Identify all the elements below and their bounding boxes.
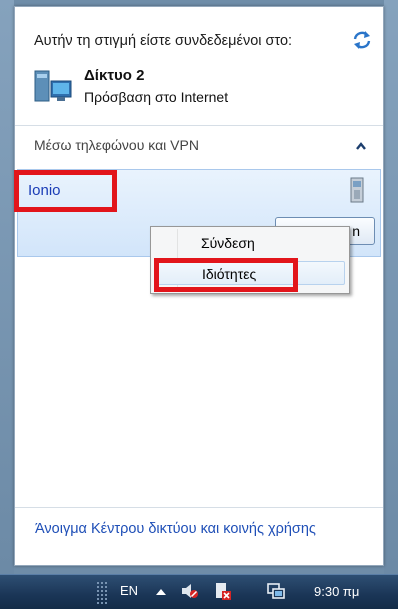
flyout-header-title: Αυτήν τη στιγμή είστε συνδεδεμένοι στο:	[34, 33, 293, 49]
volume-muted-icon[interactable]	[180, 581, 200, 601]
action-center-alert-icon[interactable]	[212, 581, 232, 601]
network-icon	[34, 70, 72, 102]
taskbar-clock[interactable]: 9:30 πμ	[314, 584, 359, 599]
taskbar-grip	[96, 581, 108, 605]
current-network-status: Πρόσβαση στο Internet	[84, 89, 229, 105]
taskbar: EN 9:30 πμ	[0, 574, 398, 609]
show-hidden-icons-arrow[interactable]	[155, 587, 167, 597]
current-network-name: Δίκτυο 2	[84, 67, 145, 84]
language-indicator[interactable]: EN	[120, 583, 138, 598]
connection-name: Ionio	[28, 182, 61, 199]
context-menu: Σύνδεση Ιδιότητες	[150, 226, 350, 294]
desktop-right-edge	[384, 0, 398, 574]
network-icon[interactable]	[266, 581, 286, 601]
desktop-left-edge	[0, 0, 14, 574]
refresh-icon[interactable]	[351, 29, 373, 51]
chevron-up-icon[interactable]	[355, 141, 367, 151]
vpn-icon	[350, 177, 364, 203]
menu-item-properties[interactable]: Ιδιότητες	[155, 261, 345, 285]
footer-divider	[15, 507, 383, 508]
vpn-section-title: Μέσω τηλεφώνου και VPN	[34, 137, 199, 153]
network-sharing-center-link[interactable]: Άνοιγμα Κέντρου δικτύου και κοινής χρήση…	[35, 521, 316, 537]
menu-item-label: Ιδιότητες	[202, 266, 257, 282]
menu-item-label: Σύνδεση	[201, 235, 255, 251]
divider	[15, 125, 383, 126]
menu-item-connect[interactable]: Σύνδεση	[155, 231, 345, 255]
